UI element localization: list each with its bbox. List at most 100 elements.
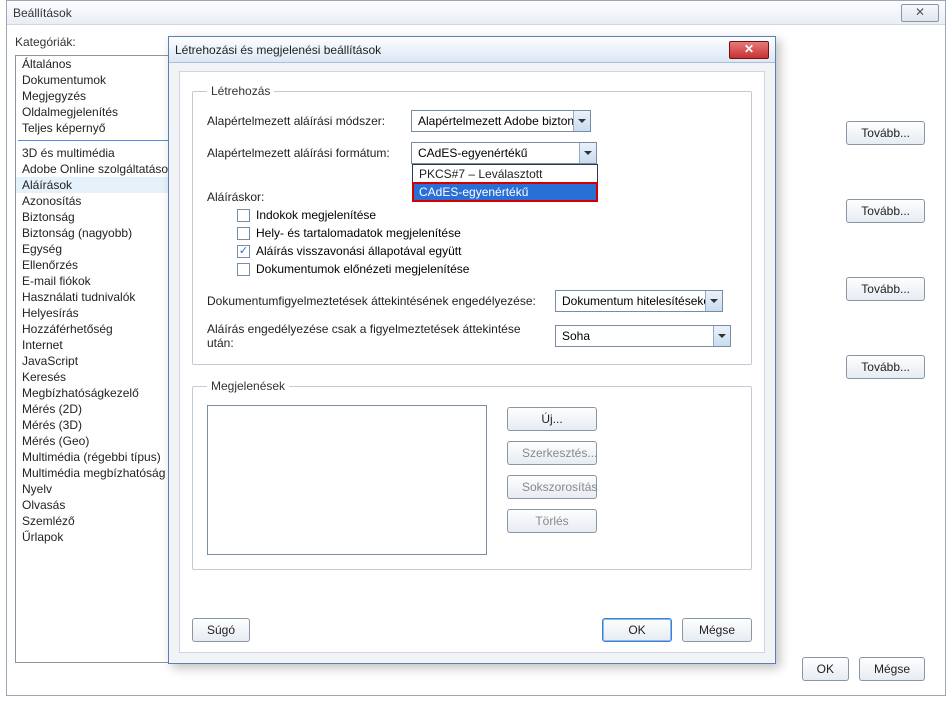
category-item[interactable]: Biztonság bbox=[16, 209, 174, 225]
outer-ok-button[interactable]: OK bbox=[802, 657, 849, 681]
combo-signing-method[interactable]: Alapértelmezett Adobe bizton bbox=[411, 110, 591, 132]
dialog-title: Létrehozási és megjelenési beállítások bbox=[175, 43, 729, 57]
chevron-down-icon bbox=[713, 326, 730, 346]
row-allow-sign-only: Aláírás engedélyezése csak a figyelmezte… bbox=[207, 322, 737, 350]
appearances-group-title: Megjelenések bbox=[207, 379, 289, 393]
row-signing-format: Alapértelmezett aláírási formátum: CAdES… bbox=[207, 142, 737, 164]
category-item[interactable]: Multimédia megbízhatóság bbox=[16, 465, 174, 481]
help-button[interactable]: Súgó bbox=[192, 618, 250, 642]
outer-cancel-button[interactable]: Mégse bbox=[859, 657, 925, 681]
category-item[interactable]: 3D és multimédia bbox=[16, 145, 174, 161]
more-button[interactable]: Tovább... bbox=[846, 277, 925, 301]
combo-doc-warnings[interactable]: Dokumentum hitelesítésekor bbox=[555, 290, 723, 312]
outer-bottom-buttons: OK Mégse bbox=[802, 657, 925, 681]
checkbox-location-label: Hely- és tartalomadatok megjelenítése bbox=[256, 226, 461, 240]
outer-window-title: Beállítások bbox=[13, 6, 901, 20]
category-item[interactable]: Megbízhatóságkezelő bbox=[16, 385, 174, 401]
checkbox-preview[interactable] bbox=[237, 263, 250, 276]
row-signing-method: Alapértelmezett aláírási módszer: Alapér… bbox=[207, 110, 737, 132]
checkbox-row-location: Hely- és tartalomadatok megjelenítése bbox=[237, 226, 737, 240]
category-item[interactable]: E-mail fiókok bbox=[16, 273, 174, 289]
category-item[interactable]: Oldalmegjelenítés bbox=[16, 104, 174, 120]
creation-group: Létrehozás Alapértelmezett aláírási móds… bbox=[192, 84, 752, 365]
duplicate-appearance-button[interactable]: Sokszorosítás bbox=[507, 475, 597, 499]
chevron-down-icon bbox=[579, 143, 596, 163]
edit-appearance-button[interactable]: Szerkesztés... bbox=[507, 441, 597, 465]
category-item[interactable]: Egység bbox=[16, 241, 174, 257]
combo-allow-sign-only-value: Soha bbox=[556, 329, 713, 343]
label-when-signing: Aláíráskor: bbox=[207, 190, 264, 204]
combo-signing-format-value: CAdES-egyenértékű bbox=[412, 146, 579, 160]
outer-close-button[interactable]: ✕ bbox=[901, 4, 939, 22]
category-item[interactable]: Általános bbox=[16, 56, 174, 72]
category-item[interactable]: Biztonság (nagyobb) bbox=[16, 225, 174, 241]
dialog-close-button[interactable]: ✕ bbox=[729, 41, 769, 59]
category-item[interactable]: Adobe Online szolgáltatások bbox=[16, 161, 174, 177]
delete-appearance-button[interactable]: Törlés bbox=[507, 509, 597, 533]
dialog-ok-button[interactable]: OK bbox=[602, 618, 672, 642]
combo-signing-format-dropdown[interactable]: PKCS#7 – LeválasztottCAdES-egyenértékű bbox=[412, 164, 598, 202]
dialog-cancel-button[interactable]: Mégse bbox=[682, 618, 752, 642]
category-item[interactable]: Mérés (3D) bbox=[16, 417, 174, 433]
categories-list[interactable]: ÁltalánosDokumentumokMegjegyzésOldalmegj… bbox=[15, 55, 175, 663]
category-item[interactable]: Űrlapok bbox=[16, 529, 174, 545]
dialog-bottom-buttons: Súgó OK Mégse bbox=[192, 618, 752, 642]
more-button[interactable]: Tovább... bbox=[846, 121, 925, 145]
category-item[interactable]: Internet bbox=[16, 337, 174, 353]
dialog-body: Létrehozás Alapértelmezett aláírási móds… bbox=[179, 71, 765, 653]
category-item[interactable]: JavaScript bbox=[16, 353, 174, 369]
appearances-listbox[interactable] bbox=[207, 405, 487, 555]
close-icon: ✕ bbox=[744, 42, 754, 56]
dropdown-option[interactable]: PKCS#7 – Leválasztott bbox=[413, 165, 597, 183]
appearances-body: Új... Szerkesztés... Sokszorosítás Törlé… bbox=[207, 405, 737, 555]
new-appearance-button[interactable]: Új... bbox=[507, 407, 597, 431]
checkbox-revocation-label: Aláírás visszavonási állapotával együtt bbox=[256, 244, 461, 258]
category-item[interactable]: Hozzáférhetőség bbox=[16, 321, 174, 337]
chevron-down-icon bbox=[573, 111, 590, 131]
category-divider bbox=[18, 140, 172, 141]
checkbox-reasons[interactable] bbox=[237, 209, 250, 222]
category-item[interactable]: Mérés (2D) bbox=[16, 401, 174, 417]
category-item[interactable]: Keresés bbox=[16, 369, 174, 385]
combo-allow-sign-only[interactable]: Soha bbox=[555, 325, 731, 347]
combo-signing-format[interactable]: CAdES-egyenértékű PKCS#7 – LeválasztottC… bbox=[411, 142, 597, 164]
category-item[interactable]: Azonosítás bbox=[16, 193, 174, 209]
close-icon: ✕ bbox=[915, 5, 925, 19]
category-item[interactable]: Multimédia (régebbi típus) bbox=[16, 449, 174, 465]
appearances-group: Megjelenések Új... Szerkesztés... Sokszo… bbox=[192, 379, 752, 570]
checkbox-location[interactable] bbox=[237, 227, 250, 240]
category-item[interactable]: Helyesírás bbox=[16, 305, 174, 321]
checkbox-row-revocation: Aláírás visszavonási állapotával együtt bbox=[237, 244, 737, 258]
dropdown-option[interactable]: CAdES-egyenértékű bbox=[413, 183, 597, 201]
category-item[interactable]: Mérés (Geo) bbox=[16, 433, 174, 449]
checkbox-revocation[interactable] bbox=[237, 245, 250, 258]
category-item[interactable]: Olvasás bbox=[16, 497, 174, 513]
combo-doc-warnings-value: Dokumentum hitelesítésekor bbox=[556, 294, 705, 308]
label-signing-format: Alapértelmezett aláírási formátum: bbox=[207, 146, 403, 160]
checkbox-preview-label: Dokumentumok előnézeti megjelenítése bbox=[256, 262, 469, 276]
chevron-down-icon bbox=[705, 291, 722, 311]
creation-group-title: Létrehozás bbox=[207, 84, 274, 98]
row-doc-warnings: Dokumentumfigyelmeztetések áttekintéséne… bbox=[207, 290, 737, 312]
outer-right-buttons: Tovább... Tovább... Tovább... Tovább... bbox=[846, 121, 925, 379]
category-item[interactable]: Ellenőrzés bbox=[16, 257, 174, 273]
category-item[interactable]: Aláírások bbox=[16, 177, 174, 193]
more-button[interactable]: Tovább... bbox=[846, 199, 925, 223]
category-item[interactable]: Nyelv bbox=[16, 481, 174, 497]
combo-signing-method-value: Alapértelmezett Adobe bizton bbox=[412, 114, 573, 128]
label-doc-warnings: Dokumentumfigyelmeztetések áttekintéséne… bbox=[207, 294, 547, 308]
category-item[interactable]: Megjegyzés bbox=[16, 88, 174, 104]
appearances-buttons: Új... Szerkesztés... Sokszorosítás Törlé… bbox=[507, 405, 597, 555]
category-item[interactable]: Szemléző bbox=[16, 513, 174, 529]
more-button[interactable]: Tovább... bbox=[846, 355, 925, 379]
checkbox-row-reasons: Indokok megjelenítése bbox=[237, 208, 737, 222]
creation-appearance-dialog: Létrehozási és megjelenési beállítások ✕… bbox=[168, 36, 776, 664]
checkbox-row-preview: Dokumentumok előnézeti megjelenítése bbox=[237, 262, 737, 276]
dialog-titlebar: Létrehozási és megjelenési beállítások ✕ bbox=[169, 37, 775, 63]
category-item[interactable]: Teljes képernyő bbox=[16, 120, 174, 136]
outer-titlebar: Beállítások ✕ bbox=[7, 1, 945, 25]
category-item[interactable]: Dokumentumok bbox=[16, 72, 174, 88]
checkbox-reasons-label: Indokok megjelenítése bbox=[256, 208, 376, 222]
category-item[interactable]: Használati tudnivalók bbox=[16, 289, 174, 305]
label-allow-sign-only: Aláírás engedélyezése csak a figyelmezte… bbox=[207, 322, 547, 350]
